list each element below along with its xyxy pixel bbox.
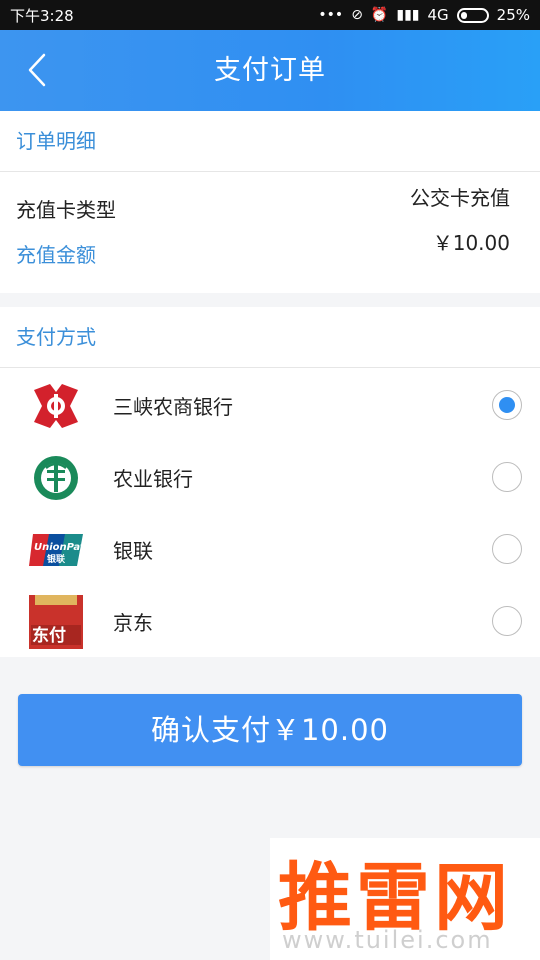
radio-unselected[interactable]	[492, 606, 522, 636]
card-type-row: 充值卡类型 公交卡充值	[16, 186, 510, 224]
payment-method-card: 支付方式 三峡农商银行 农业银行 UnionPay 银联 银联 东付 京东	[0, 307, 540, 657]
radio-unselected[interactable]	[492, 462, 522, 492]
status-icons: ••• ⊘ ⏰ ▮▮▮ 4G 25%	[318, 6, 530, 24]
payment-option-name: 农业银行	[113, 467, 193, 491]
app-bar: 支付订单	[0, 30, 540, 111]
svg-text:UnionPay: UnionPay	[34, 542, 83, 553]
payment-option-unionpay[interactable]: UnionPay 银联 银联	[0, 514, 540, 586]
amount-value: ￥10.00	[432, 231, 510, 255]
mute-icon: ⊘	[351, 7, 363, 23]
radio-unselected[interactable]	[492, 534, 522, 564]
payment-option-abc-bank[interactable]: 农业银行	[0, 442, 540, 514]
card-type-value: 公交卡充值	[410, 186, 510, 210]
order-detail-card: 订单明细 充值卡类型 公交卡充值 充值金额 ￥10.00	[0, 111, 540, 293]
battery-percent: 25%	[496, 6, 530, 24]
more-dots-icon: •••	[318, 7, 344, 23]
payment-option-name: 银联	[113, 539, 153, 563]
payment-option-three-gorges-bank[interactable]: 三峡农商银行	[0, 370, 540, 442]
svg-text:银联: 银联	[47, 553, 66, 565]
unionpay-logo: UnionPay 银联	[28, 524, 84, 576]
jd-pay-logo: 东付	[28, 595, 84, 649]
watermark: 推雷网 www.tuilei.com	[270, 838, 540, 960]
payment-option-name: 三峡农商银行	[113, 395, 233, 419]
amount-label: 充值金额	[16, 243, 96, 267]
alarm-icon: ⏰	[370, 7, 389, 23]
amount-row: 充值金额 ￥10.00	[16, 231, 510, 269]
confirm-pay-button[interactable]: 确认支付￥10.00	[18, 694, 522, 766]
battery-icon	[456, 7, 489, 23]
status-bar: 下午3:28 ••• ⊘ ⏰ ▮▮▮ 4G 25%	[0, 0, 540, 30]
network-label: 4G	[427, 6, 449, 24]
order-section-title: 订单明细	[0, 111, 540, 172]
abc-bank-logo	[28, 452, 84, 504]
page-title: 支付订单	[214, 55, 326, 86]
watermark-url: www.tuilei.com	[282, 926, 493, 954]
status-time: 下午3:28	[10, 6, 74, 25]
payment-section-title: 支付方式	[0, 307, 540, 368]
radio-selected[interactable]	[492, 390, 522, 420]
signal-icon: ▮▮▮	[396, 7, 420, 23]
three-gorges-bank-logo	[28, 380, 84, 432]
card-type-label: 充值卡类型	[16, 198, 116, 222]
payment-option-jd[interactable]: 东付 京东	[0, 586, 540, 658]
svg-text:东付: 东付	[32, 625, 66, 646]
payment-option-name: 京东	[113, 611, 153, 635]
